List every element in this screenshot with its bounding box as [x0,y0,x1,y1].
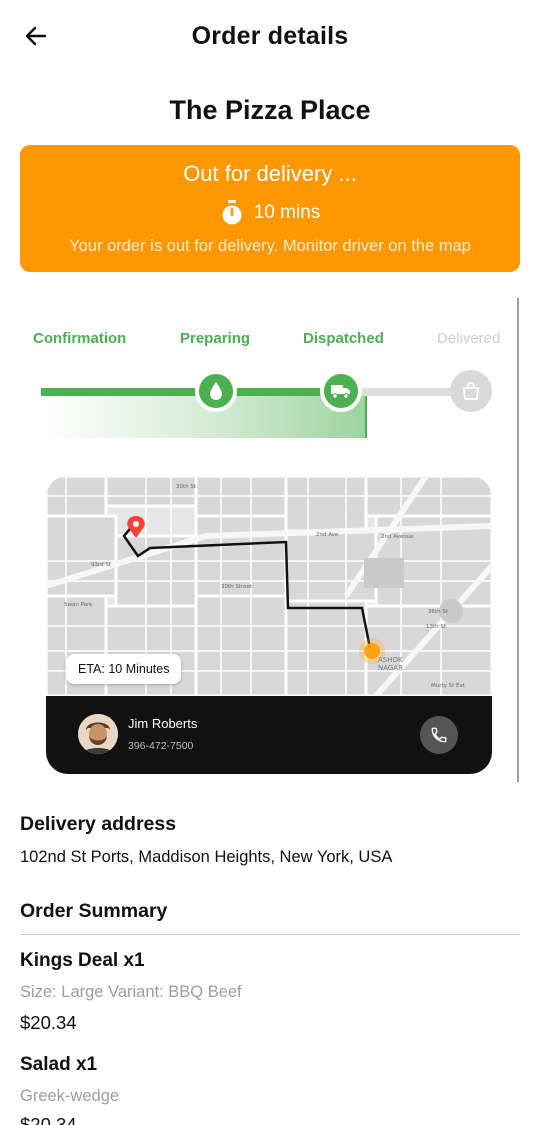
drop-icon [210,382,222,400]
map-label-30th-st: 30th St [176,484,197,490]
live-map-card: 30th St 2nd Ave 2nd Avenue 30th Street S… [46,476,492,774]
map-label-13th-st: 13th St [426,624,447,630]
order-item-name: Salad x1 [20,1054,98,1075]
map-label-2nd-avenue: 2nd Avenue [381,534,414,540]
order-progress: Confirmation Preparing Dispatched Delive… [20,325,515,440]
map-label-36th-st: 36th St [428,609,449,615]
order-summary-title: Order Summary [20,900,168,922]
order-item-meta: Greek-wedge [20,1087,120,1105]
map-area-label: ASHOK [378,656,403,664]
driver-phone: 396-472-7500 [128,740,194,752]
step-label-preparing: Preparing [180,330,251,347]
step-node-delivered [450,370,492,412]
step-node-preparing [195,370,237,412]
map-label-murty-st: Murty St Ext [431,683,466,689]
order-item-meta: Size: Large Variant: BBQ Beef [20,983,242,1001]
restaurant-name: The Pizza Place [169,95,371,125]
status-title: Out for delivery ... [183,161,357,186]
scrollbar[interactable] [517,298,519,782]
shopping-bag-icon [463,382,479,400]
page-title: Order details [191,22,349,50]
step-label-dispatched: Dispatched [303,330,384,347]
step-label-delivered: Delivered [437,330,501,347]
step-label-confirmation: Confirmation [33,330,127,347]
map-label-swan-park: Swan Park [64,602,93,608]
eta-chip: ETA: 10 Minutes [66,654,182,684]
map-label-93rd-st: 93rd St [91,562,112,568]
delivery-status-card: Out for delivery ... 10 mins Your order … [20,145,520,272]
delivery-address-title: Delivery address [20,813,177,835]
status-message: Your order is out for delivery. Monitor … [69,237,471,255]
driver-avatar [78,714,118,754]
summary-divider [20,934,520,935]
app-header: Order details [0,0,540,72]
map-label-2nd-ave: 2nd Ave [316,532,339,538]
delivery-address: 102nd St Ports, Maddison Heights, New Yo… [20,848,393,866]
order-item-price: $20.34 [20,1114,77,1125]
order-item-name: Kings Deal x1 [20,950,145,971]
status-time: 10 mins [253,202,321,223]
step-node-dispatched [320,370,362,412]
driver-info-bar: Jim Roberts 396-472-7500 [46,696,492,774]
svg-text:NAGAR: NAGAR [378,664,403,672]
stopwatch-icon [222,200,242,225]
phone-icon [431,727,447,743]
driver-name: Jim Roberts [128,716,198,731]
map-label-30th-street: 30th Street [221,584,253,590]
eta-row: 10 mins [20,200,520,226]
order-item-price: $20.34 [20,1012,77,1033]
truck-icon [331,385,350,399]
call-driver-button[interactable] [420,716,458,754]
